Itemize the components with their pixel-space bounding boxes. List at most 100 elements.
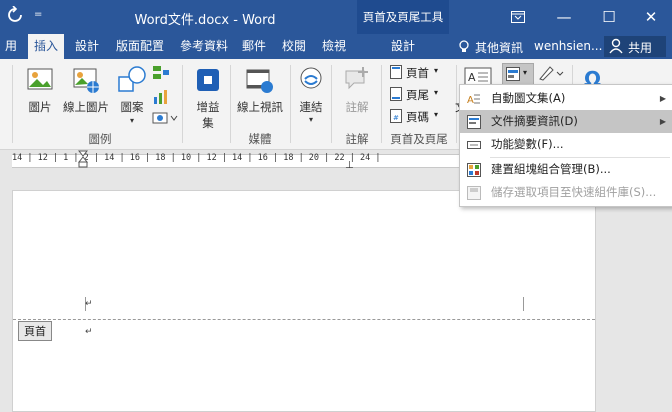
tab-review[interactable]: 校閱 (276, 34, 312, 59)
maximize-icon[interactable]: ☐ (586, 0, 632, 34)
header-button[interactable]: 頁首 ▾ (388, 63, 448, 81)
svg-text:#: # (393, 114, 399, 122)
online-picture-icon (71, 65, 101, 95)
menu-item-autotext[interactable]: A 自動圖文集(A) ▶ (460, 87, 672, 110)
tell-me-label[interactable]: 其他資訊 (475, 39, 523, 56)
tab-file[interactable]: 用 (0, 34, 22, 59)
svg-text:A: A (467, 95, 474, 106)
menu-item-save-selection: 儲存選取項目至快速組件庫(S)... (460, 181, 672, 204)
tab-layout[interactable]: 版面配置 (110, 34, 170, 59)
chart-icon[interactable] (152, 89, 170, 108)
pictures-button[interactable]: 圖片 (22, 65, 58, 115)
field-icon (467, 137, 481, 151)
header-footer-group-label: 頁首及頁尾 (390, 132, 448, 146)
store-icon (195, 65, 221, 95)
menu-item-label: 儲存選取項目至快速組件庫(S)... (491, 185, 657, 199)
close-icon[interactable]: ✕ (628, 0, 672, 34)
menu-item-label: 建置組塊組合管理(B)... (491, 162, 611, 176)
ruler-ticks: 14 | 12 | 1 | 2 | 14 | 16 | 18 | 10 | 12… (12, 153, 381, 163)
share-label: 共用 (628, 41, 653, 55)
comments-group-label: 註解 (345, 132, 369, 146)
page-number-label: 頁碼 (406, 110, 429, 124)
menu-item-building-blocks-organizer[interactable]: 建置組塊組合管理(B)... (460, 158, 672, 181)
title-bar: = Word文件.docx - Word 頁首及頁尾工具 — ☐ ✕ (0, 0, 672, 59)
media-group-label: 媒體 (248, 132, 272, 146)
window-title: Word文件.docx - Word (134, 13, 276, 28)
tab-view[interactable]: 檢視 (316, 34, 352, 59)
menu-item-field[interactable]: 功能變數(F)... (460, 133, 672, 156)
footer-icon (390, 87, 402, 104)
video-icon (245, 65, 275, 95)
chevron-down-icon: ▾ (129, 116, 134, 125)
ribbon-separator (12, 65, 13, 143)
link-icon (298, 65, 324, 95)
person-icon (609, 38, 623, 57)
smartart-icon[interactable] (152, 65, 170, 84)
illustrations-group-label: 圖例 (88, 132, 112, 146)
paragraph-mark[interactable]: ↵ (85, 327, 93, 337)
autotext-icon: A (467, 91, 481, 106)
addins-label: 增益集 (196, 100, 220, 130)
svg-text:A: A (468, 71, 476, 84)
chevron-down-icon: ▾ (434, 88, 439, 97)
ribbon-display-icon[interactable] (495, 0, 541, 34)
shapes-button[interactable]: 圖案 ▾ (114, 65, 150, 125)
tab-references[interactable]: 參考資料 (174, 34, 234, 59)
menu-item-label: 文件摘要資訊(D) (491, 114, 578, 128)
picture-icon (25, 65, 55, 95)
save-selection-icon (467, 185, 481, 200)
chevron-down-icon: ▾ (523, 68, 528, 77)
ribbon-separator (331, 65, 332, 143)
links-button[interactable]: 連結 ▾ (296, 65, 326, 124)
document-property-icon (467, 114, 481, 129)
footer-button[interactable]: 頁尾 ▾ (388, 85, 448, 103)
links-label: 連結 (299, 100, 323, 114)
building-blocks-icon (467, 162, 481, 177)
online-pictures-button[interactable]: 線上圖片 (62, 65, 110, 115)
page-number-icon: # (390, 109, 402, 126)
footer-label: 頁尾 (406, 88, 429, 102)
tab-insert[interactable]: 插入 (28, 34, 64, 59)
addins-button[interactable]: 增益集 (190, 65, 226, 131)
header-area-label: 頁首 (18, 321, 52, 341)
menu-item-label: 功能變數(F)... (491, 137, 564, 151)
quick-parts-icon (506, 67, 520, 84)
shapes-label: 圖案 (120, 100, 144, 114)
pictures-label: 圖片 (28, 100, 52, 114)
online-video-label: 線上視訊 (237, 100, 283, 114)
online-video-button[interactable]: 線上視訊 (236, 65, 284, 115)
ribbon-tab-row: 用 插入 設計 版面配置 參考資料 郵件 校閱 檢視 設計 其他資訊 wenhs… (0, 34, 672, 59)
submenu-arrow-icon: ▶ (659, 117, 666, 126)
contextual-group-title: 頁首及頁尾工具 (362, 10, 444, 24)
tab-design[interactable]: 設計 (70, 34, 104, 59)
quick-parts-menu: A 自動圖文集(A) ▶ 文件摘要資訊(D) ▶ 功能變數(F)... 建置組塊… (459, 84, 672, 207)
screenshot-icon[interactable] (152, 111, 178, 128)
lightbulb-icon (458, 40, 470, 57)
header-icon (390, 65, 402, 82)
user-name[interactable]: wenhsien... (534, 39, 602, 53)
chevron-down-icon: ▾ (308, 115, 313, 124)
menu-item-document-property[interactable]: 文件摘要資訊(D) ▶ (460, 110, 672, 133)
chevron-down-icon: ▾ (434, 66, 439, 75)
online-pictures-label: 線上圖片 (63, 100, 109, 114)
paragraph-mark[interactable]: ↵ (85, 299, 93, 309)
header-label: 頁首 (406, 66, 429, 80)
ribbon-separator (290, 65, 291, 143)
comment-label: 註解 (345, 100, 369, 114)
submenu-arrow-icon: ▶ (659, 94, 666, 103)
page[interactable]: 頁首 ↵ ↵ (12, 190, 596, 412)
signature-line-icon[interactable] (538, 65, 564, 84)
ribbon-separator (182, 65, 183, 143)
chevron-down-icon: ▾ (434, 110, 439, 119)
header-boundary-line (13, 319, 595, 320)
page-number-button[interactable]: # 頁碼 ▾ (388, 107, 448, 125)
menu-item-label: 自動圖文集(A) (491, 91, 566, 105)
shapes-icon (117, 65, 147, 95)
comment-button: 註解 (338, 65, 376, 115)
tab-header-footer-design[interactable]: 設計 (360, 34, 446, 59)
share-button[interactable]: 共用 (604, 36, 666, 57)
minimize-icon[interactable]: — (541, 0, 587, 34)
tab-mailings[interactable]: 郵件 (236, 34, 272, 59)
ribbon-separator (230, 65, 231, 143)
new-comment-icon (342, 65, 372, 95)
